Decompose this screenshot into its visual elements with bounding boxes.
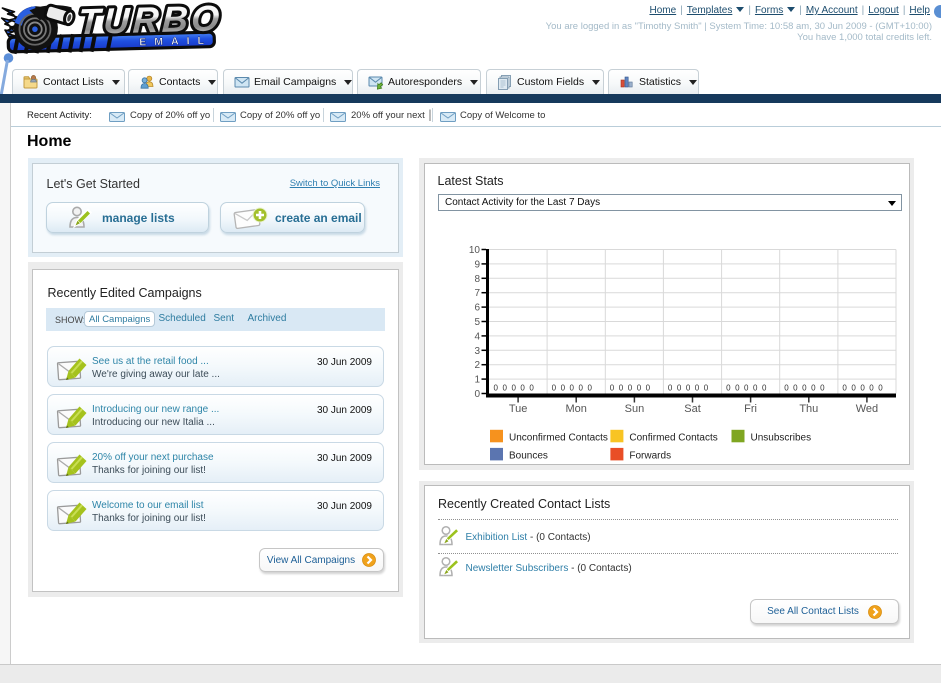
svg-text:0 0 0 0 0: 0 0 0 0 0 bbox=[842, 384, 884, 393]
svg-text:Unconfirmed Contacts: Unconfirmed Contacts bbox=[509, 432, 608, 443]
svg-text:0 0 0 0 0: 0 0 0 0 0 bbox=[552, 384, 594, 393]
svg-text:0 0 0 0 0: 0 0 0 0 0 bbox=[610, 384, 652, 393]
svg-text:0 0 0 0 0: 0 0 0 0 0 bbox=[784, 384, 826, 393]
svg-text:9: 9 bbox=[474, 259, 480, 270]
svg-text:Tue: Tue bbox=[509, 403, 528, 415]
svg-text:Forwards: Forwards bbox=[629, 450, 671, 461]
svg-text:5: 5 bbox=[474, 317, 480, 328]
svg-text:4: 4 bbox=[474, 331, 480, 342]
svg-text:1: 1 bbox=[474, 375, 480, 386]
svg-text:Sat: Sat bbox=[684, 403, 701, 415]
svg-text:Bounces: Bounces bbox=[509, 450, 548, 461]
svg-text:7: 7 bbox=[474, 288, 480, 299]
svg-text:3: 3 bbox=[474, 346, 480, 357]
svg-text:2: 2 bbox=[474, 360, 480, 371]
svg-text:6: 6 bbox=[474, 303, 480, 314]
svg-text:Unsubscribes: Unsubscribes bbox=[751, 432, 812, 443]
svg-text:8: 8 bbox=[474, 274, 480, 285]
svg-text:Thu: Thu bbox=[799, 403, 818, 415]
svg-text:Mon: Mon bbox=[565, 403, 586, 415]
svg-text:Sun: Sun bbox=[625, 403, 645, 415]
svg-text:Wed: Wed bbox=[856, 403, 878, 415]
svg-text:0 0 0 0 0: 0 0 0 0 0 bbox=[494, 384, 536, 393]
svg-text:0 0 0 0 0: 0 0 0 0 0 bbox=[668, 384, 710, 393]
svg-text:10: 10 bbox=[469, 245, 481, 256]
svg-text:0: 0 bbox=[474, 389, 480, 400]
svg-text:Confirmed Contacts: Confirmed Contacts bbox=[629, 432, 717, 443]
svg-text:0 0 0 0 0: 0 0 0 0 0 bbox=[726, 384, 768, 393]
svg-text:Fri: Fri bbox=[744, 403, 757, 415]
